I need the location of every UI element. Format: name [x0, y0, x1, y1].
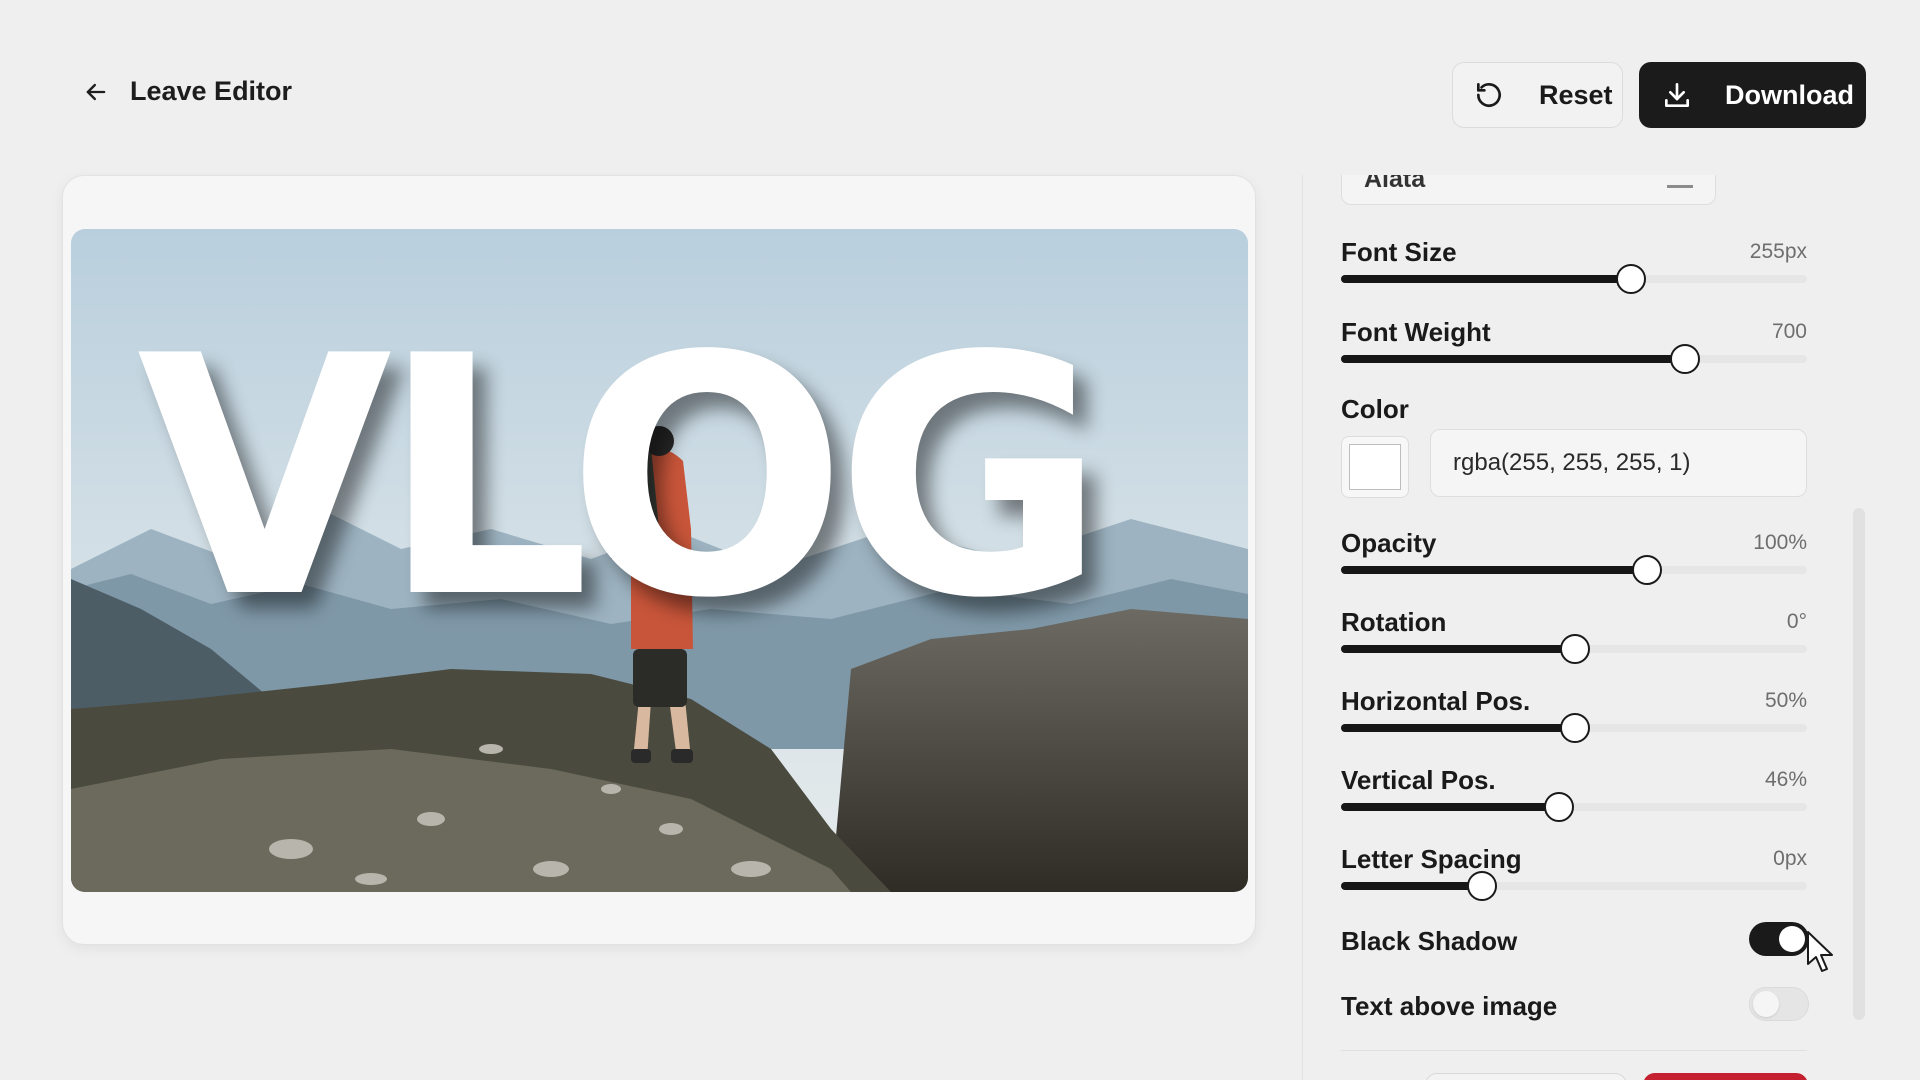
chevron-down-icon	[1667, 185, 1693, 188]
slider-thumb[interactable]	[1632, 555, 1663, 585]
overlay-text: VLOG	[136, 286, 1106, 670]
reset-label: Reset	[1539, 79, 1613, 110]
slider-thumb[interactable]	[1560, 713, 1590, 743]
mouse-pointer-icon	[1807, 931, 1833, 972]
color-swatch[interactable]	[1341, 436, 1409, 498]
text-above-image-label: Text above image	[1341, 991, 1558, 1021]
slider-thumb[interactable]	[1543, 792, 1574, 822]
letter-spacing-label: Letter Spacing	[1341, 844, 1522, 874]
horizontal-pos-slider[interactable]	[1341, 713, 1807, 743]
panel-divider	[1341, 1050, 1807, 1051]
font-family-value: Alata	[1364, 175, 1426, 193]
leave-editor-button[interactable]: Leave Editor	[82, 76, 292, 107]
arrow-left-icon	[86, 83, 106, 100]
font-weight-value: 700	[1771, 320, 1807, 343]
rotation-label: Rotation	[1341, 607, 1447, 637]
horizontal-pos-label: Horizontal Pos.	[1341, 686, 1531, 716]
opacity-label: Opacity	[1341, 528, 1437, 558]
secondary-action-button[interactable]	[1425, 1073, 1627, 1080]
opacity-slider[interactable]	[1341, 555, 1807, 585]
rotation-value: 0°	[1786, 610, 1807, 633]
leave-editor-label: Leave Editor	[130, 76, 293, 106]
color-label: Color	[1341, 394, 1409, 424]
slider-thumb[interactable]	[1466, 871, 1497, 901]
settings-panel: Alata Font Size 255px Font Weight 700 Co…	[1302, 175, 1865, 1080]
font-weight-slider[interactable]	[1341, 344, 1807, 374]
rotation-slider[interactable]	[1341, 634, 1807, 664]
panel-scrollbar[interactable]	[1853, 508, 1865, 1020]
text-above-image-toggle[interactable]	[1749, 987, 1809, 1021]
slider-thumb[interactable]	[1615, 264, 1646, 294]
download-button[interactable]: Download	[1639, 62, 1866, 128]
preview-image: VLOG	[71, 229, 1248, 892]
font-size-value: 255px	[1749, 240, 1807, 263]
vertical-pos-label: Vertical Pos.	[1341, 765, 1496, 795]
download-icon	[1665, 83, 1689, 107]
color-value-input[interactable]	[1430, 429, 1807, 497]
font-weight-label: Font Weight	[1341, 317, 1491, 347]
font-size-slider[interactable]	[1341, 264, 1807, 294]
reset-button[interactable]: Reset	[1452, 62, 1623, 128]
slider-thumb[interactable]	[1560, 634, 1590, 664]
letter-spacing-slider[interactable]	[1341, 871, 1807, 901]
reset-icon	[1477, 83, 1501, 107]
vertical-pos-value: 46%	[1764, 768, 1807, 791]
black-shadow-label: Black Shadow	[1341, 926, 1518, 956]
horizontal-pos-value: 50%	[1764, 689, 1807, 712]
download-label: Download	[1725, 79, 1854, 110]
slider-thumb[interactable]	[1669, 344, 1700, 374]
vertical-pos-slider[interactable]	[1341, 792, 1807, 822]
font-family-select[interactable]: Alata	[1341, 175, 1716, 205]
primary-action-button[interactable]	[1643, 1073, 1808, 1080]
font-size-label: Font Size	[1341, 237, 1457, 267]
opacity-value: 100%	[1753, 531, 1807, 554]
letter-spacing-value: 0px	[1773, 847, 1807, 870]
black-shadow-toggle[interactable]	[1749, 922, 1809, 956]
